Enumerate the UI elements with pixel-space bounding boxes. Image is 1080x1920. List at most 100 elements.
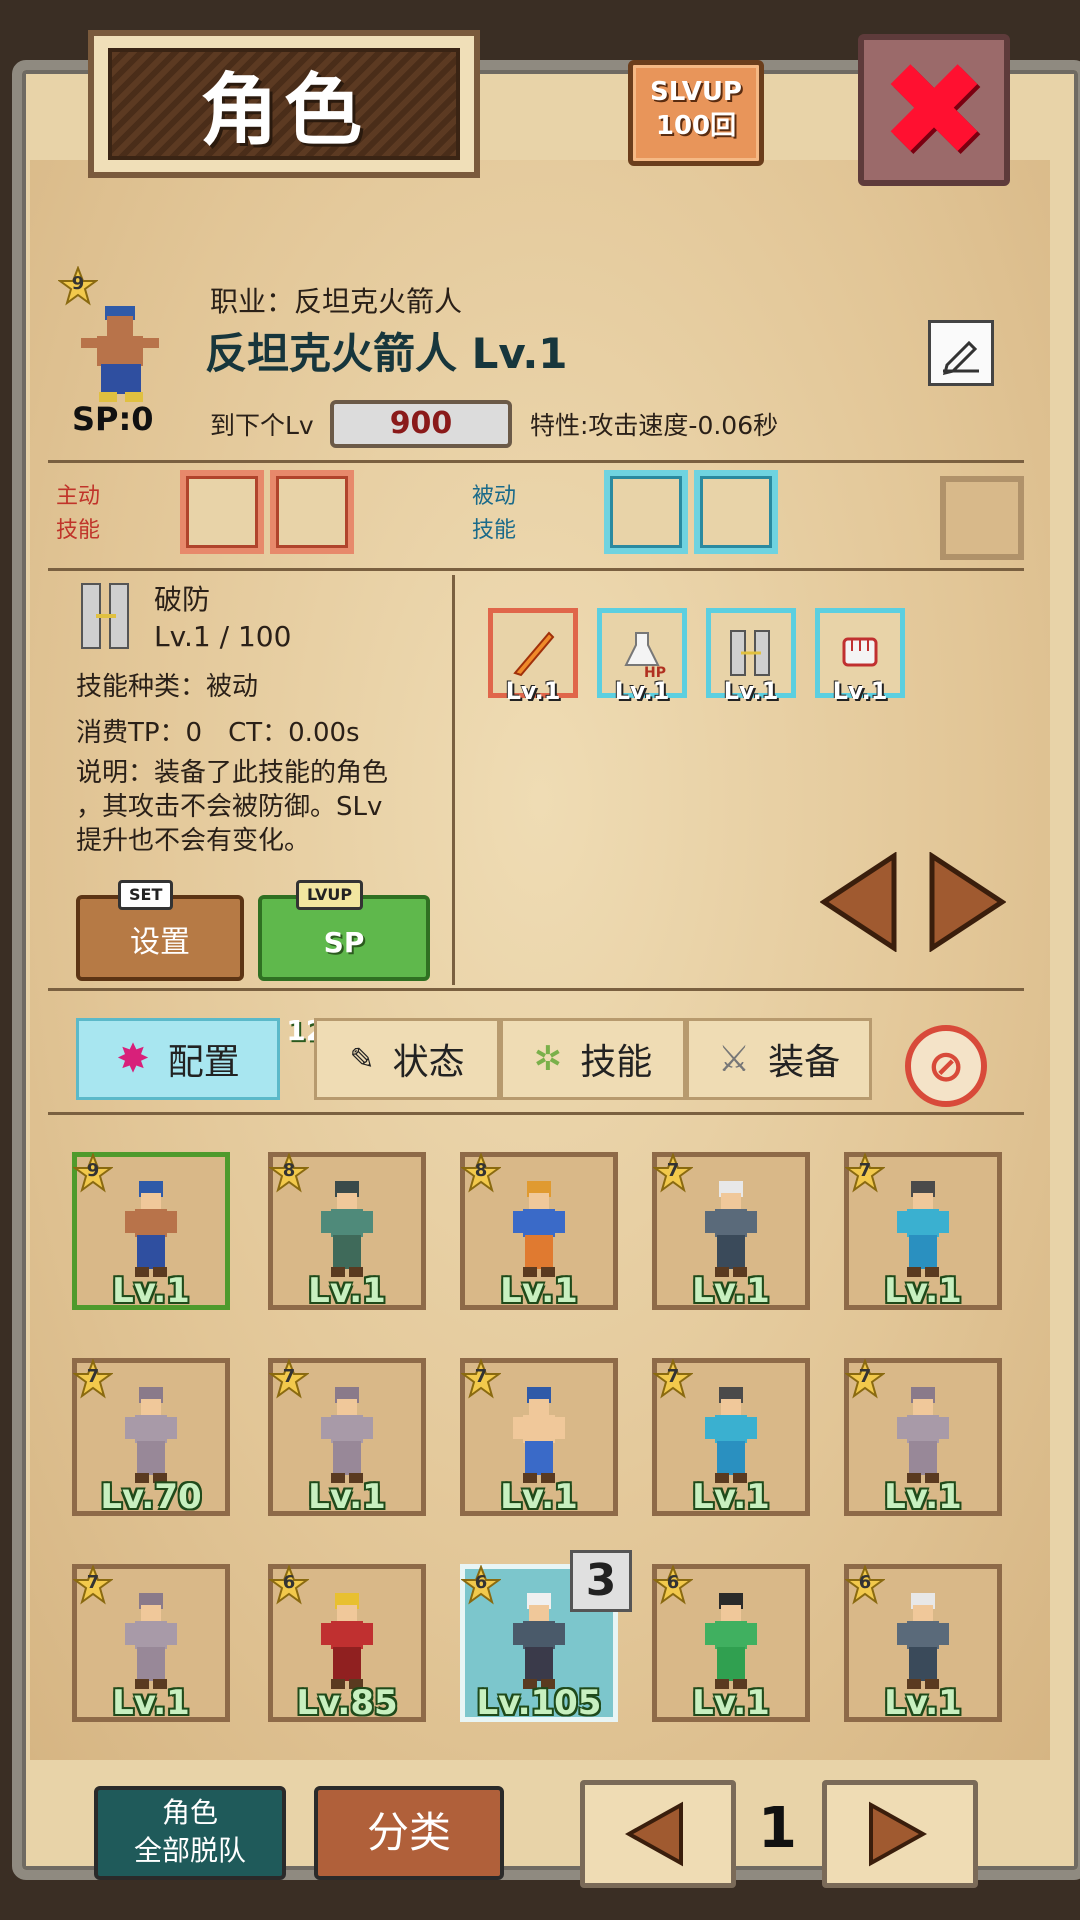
- rank-star-icon: 6: [459, 1564, 503, 1605]
- roster-card[interactable]: 7 Lv.1: [843, 1358, 1002, 1517]
- skill-prev-arrow-icon[interactable]: [820, 852, 898, 952]
- skill-next-arrow-icon[interactable]: [928, 852, 1006, 952]
- pencil-icon: [942, 340, 979, 375]
- roster-card[interactable]: 7 Lv.1: [651, 1152, 810, 1311]
- divider: [48, 568, 1024, 571]
- character-sprite: [513, 1181, 565, 1277]
- shield-break-icon: [730, 630, 770, 676]
- roster-level: Lv.1: [692, 1683, 770, 1723]
- sparkle-icon: ✸: [116, 1036, 150, 1082]
- roster-card[interactable]: 7 Lv.1: [71, 1564, 230, 1723]
- character-sprite: [125, 1181, 177, 1277]
- character-sprite: [321, 1387, 373, 1483]
- sword-icon: ⚔: [717, 1038, 751, 1080]
- character-portrait: [81, 306, 159, 402]
- next-lv-exp-bar: 900: [330, 400, 512, 448]
- character-name: 反坦克火箭人 Lv.1: [205, 329, 568, 378]
- sp-value: SP:0: [72, 400, 154, 438]
- roster-level: Lv.1: [500, 1271, 578, 1311]
- roster-level: Lv.1: [884, 1683, 962, 1723]
- character-sprite: [897, 1181, 949, 1277]
- roster-card[interactable]: 9 Lv.1: [71, 1152, 230, 1311]
- skill-item-3[interactable]: Lv.1: [706, 608, 796, 705]
- rank-star-icon: 7: [71, 1564, 115, 1605]
- rank-star-icon: 6: [651, 1564, 695, 1605]
- divider: [48, 988, 1024, 991]
- rank-star-icon: 9: [71, 1152, 115, 1193]
- rank-star-icon: 6: [267, 1564, 311, 1605]
- roster-card[interactable]: 7 Lv.1: [843, 1152, 1002, 1311]
- roster-card[interactable]: 8 Lv.1: [267, 1152, 426, 1311]
- rank-star-icon: 7: [267, 1358, 311, 1399]
- skill-level: Lv.1 / 100: [154, 620, 292, 653]
- page-next-arrow-icon: [869, 1801, 927, 1867]
- flame-blade-icon: [513, 631, 555, 677]
- shield-break-icon: [81, 583, 129, 649]
- page-next-button[interactable]: [822, 1780, 978, 1888]
- sort-button[interactable]: 分类: [314, 1786, 504, 1880]
- status-icon: ✎: [349, 1041, 375, 1077]
- roster-level: Lv.1: [308, 1477, 386, 1517]
- rank-star-icon: 7: [651, 1152, 695, 1193]
- skill-description: 说明：装备了此技能的角色 ，其攻击不会被防御。SLv 提升也不会有变化。: [76, 758, 389, 856]
- close-button[interactable]: ✖: [858, 34, 1010, 186]
- no-entry-icon: ⊘: [927, 1040, 965, 1092]
- roster-card[interactable]: 6 Lv.1: [843, 1564, 1002, 1723]
- character-sprite: [513, 1387, 565, 1483]
- character-sprite: [897, 1387, 949, 1483]
- passive-skill-slot-1[interactable]: [604, 470, 688, 554]
- active-skill-slot-2[interactable]: [270, 470, 354, 554]
- active-skill-slot-1[interactable]: [180, 470, 264, 554]
- skill-name: 破防: [154, 583, 211, 616]
- roster-card[interactable]: 6 Lv.1: [651, 1564, 810, 1723]
- character-sprite: [125, 1593, 177, 1689]
- extra-slot[interactable]: [940, 476, 1024, 560]
- rank-star-icon: 7: [651, 1358, 695, 1399]
- rank-star-icon: 8: [267, 1152, 311, 1193]
- job-line: 职业：反坦克火箭人: [210, 285, 463, 318]
- skill-item-1[interactable]: Lv.1: [488, 608, 578, 705]
- edit-button[interactable]: [928, 320, 994, 386]
- remove-member-button[interactable]: ⊘: [905, 1025, 987, 1107]
- roster-level: Lv.70: [100, 1477, 202, 1517]
- tab-skill[interactable]: ✲ 技能: [500, 1018, 686, 1100]
- title-plate: 角色: [88, 30, 480, 178]
- character-sprite: [125, 1387, 177, 1483]
- character-sprite: [513, 1593, 565, 1689]
- character-sprite: [705, 1181, 757, 1277]
- divider: [48, 1112, 1024, 1115]
- rank-star-icon: 6: [843, 1564, 887, 1605]
- character-sprite: [705, 1593, 757, 1689]
- rank-star-icon: 7: [843, 1152, 887, 1193]
- character-sprite: [321, 1181, 373, 1277]
- passive-skill-slot-2[interactable]: [694, 470, 778, 554]
- character-header: 9 职业：反坦克火箭人 反坦克火箭人 Lv.1 SP:0 到下个Lv 900 特…: [50, 250, 1030, 460]
- dismiss-all-button[interactable]: 角色 全部脱队: [94, 1786, 286, 1880]
- roster-level: Lv.1: [692, 1477, 770, 1517]
- rank-star-icon: 7: [843, 1358, 887, 1399]
- close-icon: ✖: [879, 34, 989, 186]
- selected-count-badge: 3: [570, 1550, 632, 1612]
- roster-level: Lv.85: [296, 1683, 398, 1723]
- roster-level: Lv.105: [476, 1683, 602, 1723]
- rank-star-icon: 7: [459, 1358, 503, 1399]
- skill-item-2[interactable]: HP Lv.1: [597, 608, 687, 705]
- tab-config[interactable]: ✸ 配置: [76, 1018, 280, 1100]
- roster-card[interactable]: 7 Lv.1: [459, 1358, 618, 1517]
- slvup-button[interactable]: SLVUP 100回: [628, 60, 764, 166]
- roster-card[interactable]: 6 Lv.85: [267, 1564, 426, 1723]
- tab-equip[interactable]: ⚔ 装备: [686, 1018, 872, 1100]
- roster-level: Lv.1: [500, 1477, 578, 1517]
- roster-card[interactable]: 7 Lv.1: [267, 1358, 426, 1517]
- gear-skill-icon: ✲: [533, 1039, 563, 1079]
- roster-level: Lv.1: [112, 1271, 190, 1311]
- roster-level: Lv.1: [112, 1683, 190, 1723]
- rank-star-icon: 7: [71, 1358, 115, 1399]
- tab-status[interactable]: ✎ 状态: [314, 1018, 500, 1100]
- page-number: 1: [758, 1796, 797, 1861]
- skill-item-4[interactable]: Lv.1: [815, 608, 905, 705]
- roster-card[interactable]: 7 Lv.70: [71, 1358, 230, 1517]
- roster-card[interactable]: 7 Lv.1: [651, 1358, 810, 1517]
- page-prev-button[interactable]: [580, 1780, 736, 1888]
- roster-card[interactable]: 8 Lv.1: [459, 1152, 618, 1311]
